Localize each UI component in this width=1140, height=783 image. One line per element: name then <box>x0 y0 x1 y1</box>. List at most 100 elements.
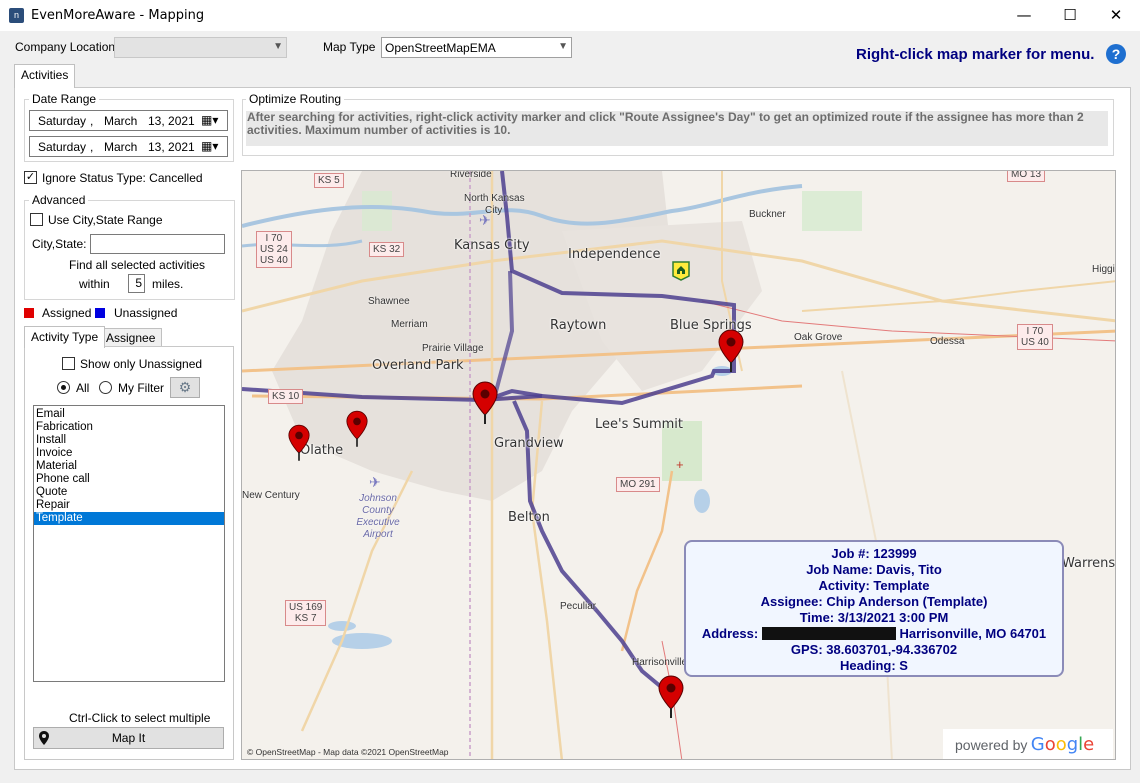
end-date-picker[interactable]: Saturday , March 13, 2021 ▦▾ <box>29 136 228 157</box>
my-filter-radio[interactable] <box>99 381 112 394</box>
map-view[interactable]: Riverside North Kansas City Kansas City … <box>241 170 1116 760</box>
list-item[interactable]: Invoice <box>34 447 224 460</box>
chevron-down-icon: ▼ <box>273 41 283 52</box>
map-type-select[interactable]: OpenStreetMapEMA ▼ <box>381 37 572 58</box>
google-logo: Google <box>1031 734 1095 755</box>
list-item[interactable]: Repair <box>34 499 224 512</box>
ignore-status-label: Ignore Status Type: Cancelled <box>42 171 203 185</box>
within-label: within <box>79 277 110 291</box>
gear-icon[interactable]: ⚙ <box>170 377 200 398</box>
start-date-picker[interactable]: Saturday , March 13, 2021 ▦▾ <box>29 110 228 131</box>
right-click-hint: Right-click map marker for menu. <box>856 46 1095 63</box>
highway-shield: KS 10 <box>268 389 304 404</box>
tab-activity-type[interactable]: Activity Type <box>24 326 106 348</box>
use-city-state-label: Use City,State Range <box>48 213 163 227</box>
city-state-input[interactable] <box>90 234 225 254</box>
company-location-label: Company Location <box>15 40 116 54</box>
popup-gps: GPS: 38.603701,-94.336702 <box>790 642 958 657</box>
show-unassigned-checkbox[interactable] <box>62 357 75 370</box>
advanced-title: Advanced <box>29 193 89 207</box>
close-button[interactable]: ✕ <box>1093 0 1139 31</box>
title-bar: n EvenMoreAware - Mapping — ☐ ✕ <box>0 0 1140 31</box>
google-letter: o <box>1044 734 1056 755</box>
calendar-icon[interactable]: ▦▾ <box>201 139 218 153</box>
list-item[interactable]: Phone call <box>34 473 224 486</box>
list-item[interactable]: Fabrication <box>34 421 224 434</box>
highway-shield: MO 291 <box>616 477 660 492</box>
map-it-label: Map It <box>111 731 146 745</box>
maximize-button[interactable]: ☐ <box>1047 0 1093 31</box>
city-label: New Century <box>242 490 300 501</box>
activity-marker[interactable] <box>472 381 498 428</box>
powered-by-label: powered by <box>955 737 1028 753</box>
map-type-label: Map Type <box>323 40 376 54</box>
city-label: Grandview <box>494 436 564 451</box>
city-label: Independence <box>568 247 661 262</box>
home-marker-icon[interactable] <box>672 261 690 281</box>
popup-assignee: Assignee: Chip Anderson (Template) <box>760 594 988 609</box>
highway-shield: I 70 US 40 <box>1017 324 1053 350</box>
calendar-icon[interactable]: ▦▾ <box>201 113 218 127</box>
activity-marker[interactable] <box>658 675 684 722</box>
assigned-swatch <box>24 308 34 318</box>
ctrl-click-hint: Ctrl-Click to select multiple <box>69 711 211 725</box>
city-state-label: City,State: <box>32 237 87 251</box>
popup-activity: Activity: Template <box>818 578 930 593</box>
map-attribution: © OpenStreetMap - Map data ©2021 OpenStr… <box>247 747 449 757</box>
miles-label: miles. <box>152 277 184 291</box>
optimize-routing-text: After searching for activities, right-cl… <box>246 111 1108 146</box>
optimize-routing-title: Optimize Routing <box>246 92 345 106</box>
city-label: Oak Grove <box>794 332 843 343</box>
tab-assignee[interactable]: Assignee <box>99 328 163 347</box>
google-letter: g <box>1066 734 1079 755</box>
all-radio[interactable] <box>57 381 70 394</box>
ignore-status-checkbox[interactable]: ✓ <box>24 171 37 184</box>
all-radio-label: All <box>76 381 90 395</box>
popup-address-label: Address: <box>701 626 759 641</box>
my-filter-label: My Filter <box>118 381 164 395</box>
assigned-label: Assigned <box>42 306 92 320</box>
city-label: Peculiar <box>560 601 597 612</box>
city-label: Merriam <box>391 319 428 330</box>
city-label: Warrensb <box>1062 556 1116 571</box>
activity-marker[interactable] <box>346 409 368 452</box>
redacted-address <box>761 627 896 640</box>
city-label: Overland Park <box>372 358 464 373</box>
unassigned-label: Unassigned <box>114 306 178 320</box>
marker-info-popup: Job #: 123999 Job Name: Davis, Tito Acti… <box>684 540 1064 677</box>
list-item[interactable]: Install <box>34 434 224 447</box>
miles-input[interactable]: 5 <box>128 274 145 293</box>
unassigned-swatch <box>95 308 105 318</box>
tab-activities[interactable]: Activities <box>14 64 76 88</box>
city-label: Odessa <box>930 336 965 347</box>
popup-heading: Heading: S <box>840 658 908 673</box>
date-range-title: Date Range <box>29 92 100 106</box>
city-label: Prairie Village <box>422 343 484 354</box>
minimize-button[interactable]: — <box>1001 0 1047 31</box>
highway-shield: KS 5 <box>314 173 344 188</box>
city-label: Raytown <box>550 318 607 333</box>
window-title: EvenMoreAware - Mapping <box>31 8 205 23</box>
highway-shield: US 169 KS 7 <box>285 600 327 626</box>
find-all-label: Find all selected activities <box>69 258 206 272</box>
list-item[interactable]: Email <box>34 408 224 421</box>
highway-shield: KS 32 <box>369 242 405 257</box>
list-item[interactable]: Quote <box>34 486 224 499</box>
help-icon[interactable]: ? <box>1106 44 1126 64</box>
popup-address-city: Harrisonville, MO 64701 <box>899 626 1047 641</box>
map-it-button[interactable]: Map It <box>33 727 224 749</box>
use-city-state-checkbox[interactable] <box>30 213 43 226</box>
highway-shield: MO 13 <box>1007 171 1046 182</box>
activity-marker[interactable] <box>718 329 744 376</box>
highway-shield: I 70 US 24 US 40 <box>256 231 292 268</box>
city-label: Buckner <box>749 209 786 220</box>
company-location-select[interactable]: ▼ <box>114 37 287 58</box>
airport-icon: ✈ <box>479 212 491 228</box>
list-item[interactable]: Template <box>34 512 224 525</box>
activity-type-list[interactable]: Email Fabrication Install Invoice Material Ph… <box>33 405 225 682</box>
activity-marker[interactable] <box>288 423 310 466</box>
city-label: Higgi <box>1092 264 1115 275</box>
crosshair-icon: + <box>676 457 684 472</box>
city-label: Belton <box>508 510 550 525</box>
list-item[interactable]: Material <box>34 460 224 473</box>
